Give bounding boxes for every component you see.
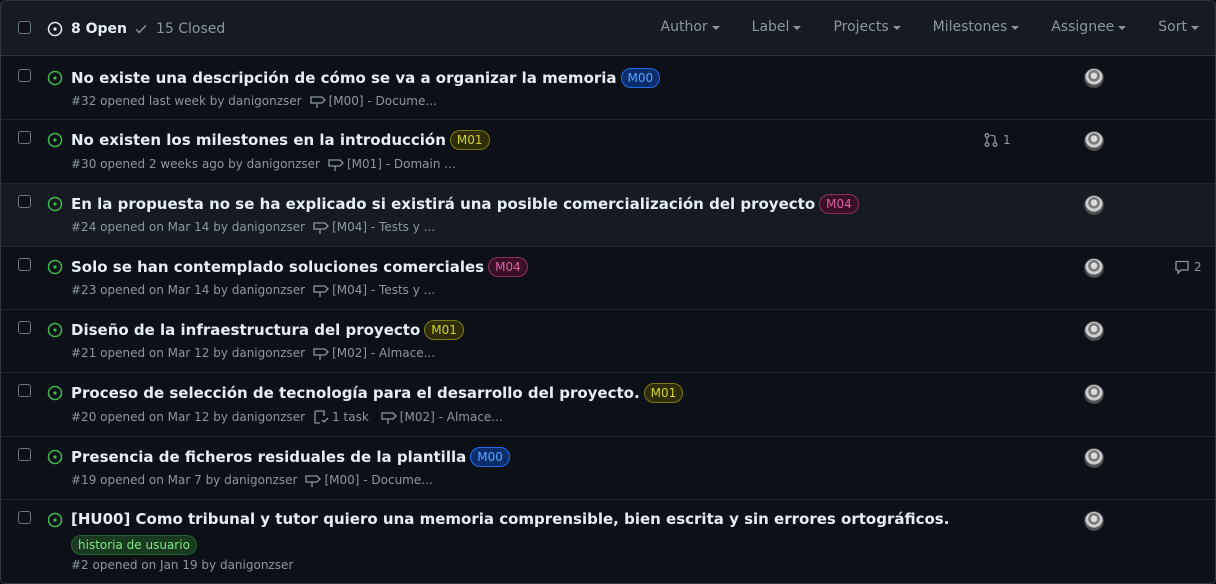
label-badge[interactable]: M04 <box>819 194 859 214</box>
checklist-icon <box>314 410 329 424</box>
issue-row[interactable]: Diseño de la infraestructura del proyect… <box>1 310 1215 373</box>
label-badge[interactable]: historia de usuario <box>71 535 197 555</box>
issue-title-link[interactable]: Presencia de ficheros residuales de la p… <box>71 448 466 466</box>
issue-checkbox[interactable] <box>18 131 31 144</box>
chevron-down-icon <box>1118 26 1127 30</box>
issue-title-link[interactable]: Diseño de la infraestructura del proyect… <box>71 321 420 339</box>
issue-open-icon <box>47 259 63 275</box>
issue-checkbox[interactable] <box>18 511 31 524</box>
milestone-icon <box>309 96 326 108</box>
issue-row[interactable]: [HU00] Como tribunal y tutor quiero una … <box>1 500 1215 583</box>
pull-request-icon <box>984 133 998 147</box>
milestone-icon <box>305 475 322 487</box>
issue-checkbox[interactable] <box>18 384 31 397</box>
issue-title-link[interactable]: No existen los milestones en la introduc… <box>71 131 446 149</box>
assignee-avatar[interactable] <box>1084 511 1104 531</box>
issue-meta: #32 opened last week by danigonzser [M00… <box>71 94 437 108</box>
label-badge[interactable]: M00 <box>620 68 661 88</box>
milestone-icon <box>313 285 329 297</box>
issues-list: 8 Open 15 Closed Author Label Projects M… <box>0 0 1216 584</box>
assignee-avatar[interactable] <box>1084 384 1104 404</box>
assignee-avatar[interactable] <box>1084 131 1104 151</box>
issue-meta: #23 opened on Mar 14 by danigonzser [M04… <box>71 283 436 297</box>
closed-issues-tab[interactable]: 15 Closed <box>134 20 225 38</box>
issue-open-icon <box>47 21 63 37</box>
chevron-down-icon <box>892 26 901 30</box>
issue-open-icon <box>47 449 63 465</box>
label-badge[interactable]: M00 <box>470 447 510 467</box>
issue-open-icon <box>47 385 63 401</box>
issue-title-link[interactable]: Solo se han contemplado soluciones comer… <box>71 258 484 276</box>
issue-title-link[interactable]: [HU00] Como tribunal y tutor quiero una … <box>71 510 949 528</box>
milestone-icon <box>328 159 344 171</box>
milestone-link[interactable]: [M02] - Almace... <box>313 346 435 360</box>
issue-meta: #24 opened on Mar 14 by danigonzser [M04… <box>71 220 436 234</box>
linked-pr-count[interactable]: 1 <box>983 132 1011 148</box>
issue-checkbox[interactable] <box>18 321 31 334</box>
open-count-label: 8 Open <box>71 21 127 37</box>
filter-assignee[interactable]: Assignee <box>1051 19 1127 35</box>
issue-meta: #20 opened on Mar 12 by danigonzser 1 ta… <box>71 410 503 424</box>
milestone-link[interactable]: [M02] - Almace... <box>381 410 503 424</box>
issue-meta: #21 opened on Mar 12 by danigonzser [M02… <box>71 346 436 360</box>
assignee-avatar[interactable] <box>1084 68 1104 88</box>
issue-checkbox[interactable] <box>18 69 31 82</box>
issue-checkbox[interactable] <box>18 448 31 461</box>
filter-projects[interactable]: Projects <box>833 19 901 35</box>
issues-header: 8 Open 15 Closed Author Label Projects M… <box>1 1 1215 56</box>
label-badge[interactable]: M01 <box>643 383 684 403</box>
assignee-avatar[interactable] <box>1084 195 1104 215</box>
assignee-avatar[interactable] <box>1084 321 1104 341</box>
milestone-link[interactable]: [M04] - Tests y ... <box>313 220 435 234</box>
issue-title-link[interactable]: En la propuesta no se ha explicado si ex… <box>71 195 815 213</box>
closed-count-label: 15 Closed <box>156 21 226 37</box>
issue-open-icon <box>47 196 63 212</box>
issue-open-icon <box>47 132 63 148</box>
issue-checkbox[interactable] <box>18 195 31 208</box>
open-issues-tab[interactable]: 8 Open <box>47 20 127 38</box>
label-badge[interactable]: M04 <box>488 257 528 277</box>
issue-open-icon <box>47 70 63 86</box>
task-progress[interactable]: 1 task <box>313 410 369 424</box>
chevron-down-icon <box>793 26 802 30</box>
filter-label[interactable]: Label <box>752 19 802 35</box>
milestone-icon <box>313 222 329 234</box>
issue-title-link[interactable]: Proceso de selección de tecnología para … <box>71 384 640 402</box>
check-icon <box>135 25 147 34</box>
comment-count[interactable]: 2 <box>1174 259 1202 275</box>
issue-open-icon <box>47 322 63 338</box>
assignee-avatar[interactable] <box>1084 448 1104 468</box>
issue-row[interactable]: No existen los milestones en la introduc… <box>1 120 1215 184</box>
issue-row[interactable]: Proceso de selección de tecnología para … <box>1 373 1215 437</box>
issue-title-link[interactable]: No existe una descripción de cómo se va … <box>71 69 617 87</box>
assignee-avatar[interactable] <box>1084 258 1104 278</box>
issue-row[interactable]: En la propuesta no se ha explicado si ex… <box>1 184 1215 247</box>
milestone-link[interactable]: [M00] - Docume... <box>305 473 433 487</box>
label-badge[interactable]: M01 <box>449 130 490 150</box>
issue-checkbox[interactable] <box>18 258 31 271</box>
milestone-icon <box>313 348 329 360</box>
issue-row[interactable]: No existe una descripción de cómo se va … <box>1 56 1215 120</box>
select-all-checkbox[interactable] <box>18 21 31 34</box>
milestone-link[interactable]: [M04] - Tests y ... <box>313 283 435 297</box>
chevron-down-icon <box>711 26 720 30</box>
milestone-link[interactable]: [M01] - Domain ... <box>328 157 456 171</box>
chevron-down-icon <box>1191 26 1199 30</box>
milestone-link[interactable]: [M00] - Docume... <box>309 94 437 108</box>
issue-meta: #30 opened 2 weeks ago by danigonzser [M… <box>71 157 456 171</box>
filter-milestones[interactable]: Milestones <box>933 19 1020 35</box>
issue-meta: #2 opened on Jan 19 by danigonzser <box>71 558 294 572</box>
chevron-down-icon <box>1011 26 1020 30</box>
label-badge[interactable]: M01 <box>424 320 464 340</box>
comment-icon <box>1175 260 1189 275</box>
issue-meta: #19 opened on Mar 7 by danigonzser [M00]… <box>71 473 433 487</box>
issue-row[interactable]: Presencia de ficheros residuales de la p… <box>1 437 1215 500</box>
milestone-icon <box>381 412 397 424</box>
filter-author[interactable]: Author <box>661 19 720 35</box>
filter-bar: Author Label Projects Milestones Assigne… <box>661 19 1199 35</box>
filter-sort[interactable]: Sort <box>1158 19 1199 35</box>
issue-open-icon <box>47 512 63 528</box>
issue-row[interactable]: Solo se han contemplado soluciones comer… <box>1 247 1215 310</box>
